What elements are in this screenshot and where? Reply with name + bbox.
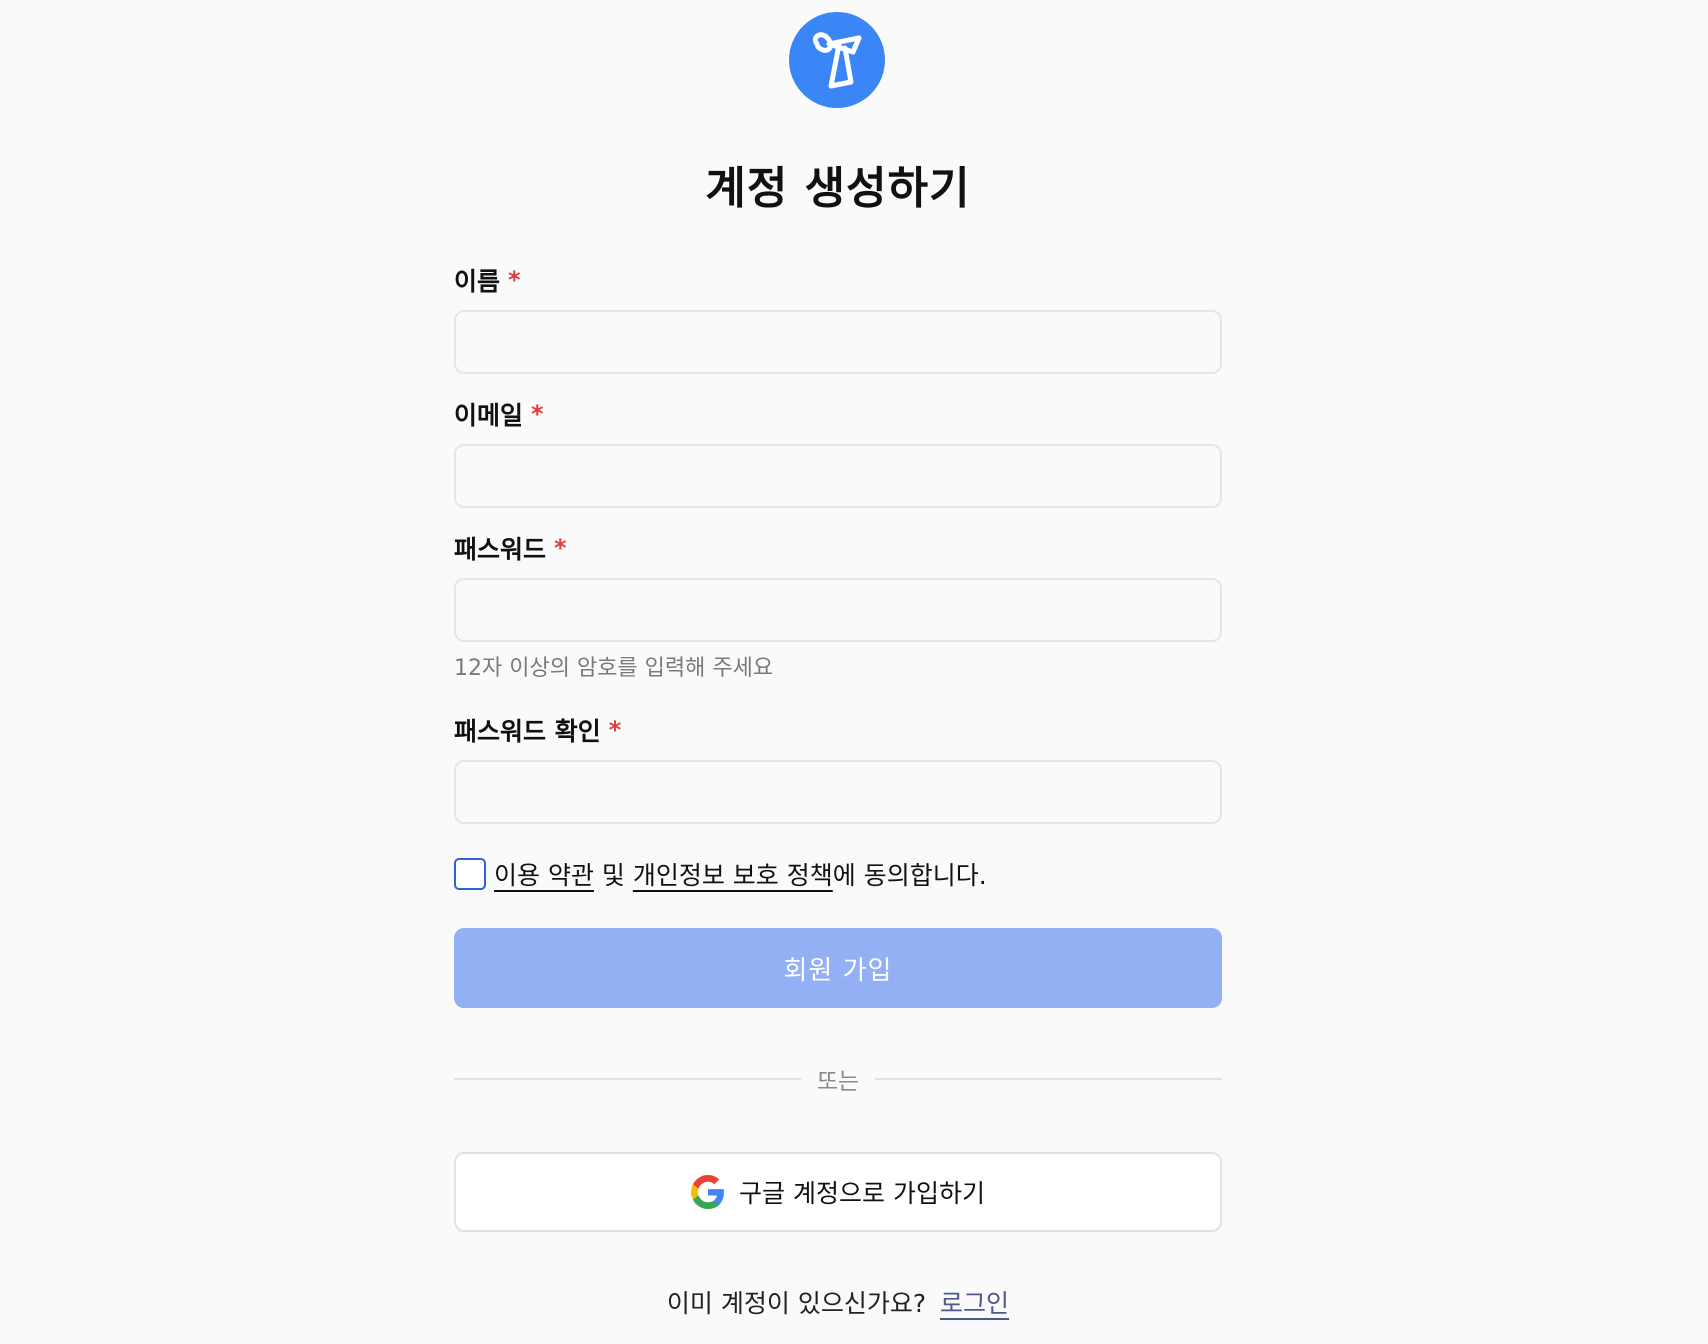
divider-line-left [454, 1078, 801, 1080]
or-divider: 또는 [454, 1062, 1223, 1096]
divider-text: 또는 [816, 1069, 860, 1095]
password-confirm-field-group: 패스워드 확인 * [454, 712, 1222, 824]
agreement-suffix: 에 동의합니다. [832, 861, 987, 890]
password-confirm-input[interactable] [454, 760, 1222, 824]
agreement-row: 이용 약관 및 개인정보 보호 정책 에 동의합니다. [454, 856, 1222, 892]
password-hint: 12자 이상의 암호를 입력해 주세요 [454, 656, 774, 681]
password-field-group: 패스워드 * 12자 이상의 암호를 입력해 주세요 [454, 530, 1222, 682]
email-label-text: 이메일 [454, 401, 524, 430]
page-title: 계정 생성하기 [705, 163, 971, 214]
password-confirm-label: 패스워드 확인 * [454, 712, 1222, 748]
required-mark: * [554, 534, 567, 562]
signup-page: 계정 생성하기 이름 * 이메일 * 패스워드 * 12자 이상의 암호를 입력… [0, 0, 1708, 1344]
login-prompt-text: 이미 계정이 있으신가요? [666, 1289, 927, 1318]
signup-submit-button[interactable]: 회원 가입 [454, 928, 1222, 1008]
google-signup-label: 구글 계정으로 가입하기 [739, 1179, 985, 1208]
name-label-text: 이름 [454, 267, 501, 296]
password-label-text: 패스워드 [454, 535, 547, 564]
login-prompt: 이미 계정이 있으신가요? 로그인 [454, 1284, 1222, 1320]
required-mark: * [508, 266, 521, 294]
password-input[interactable] [454, 578, 1222, 642]
privacy-policy-link[interactable]: 개인정보 보호 정책 [633, 856, 833, 892]
signup-form: 이름 * 이메일 * 패스워드 * 12자 이상의 암호를 입력해 주세요 패스… [454, 262, 1223, 1320]
email-input[interactable] [454, 444, 1222, 508]
email-label: 이메일 * [454, 396, 1222, 432]
email-field-group: 이메일 * [454, 396, 1222, 508]
password-label: 패스워드 * [454, 530, 1222, 566]
required-mark: * [608, 716, 622, 744]
agreement-connector: 및 [593, 861, 633, 890]
divider-line-right [875, 1078, 1223, 1080]
google-icon [691, 1175, 724, 1209]
name-field-group: 이름 * [454, 262, 1222, 374]
login-link[interactable]: 로그인 [940, 1289, 1009, 1318]
password-confirm-label-text: 패스워드 확인 [454, 717, 601, 746]
name-input[interactable] [454, 310, 1222, 374]
google-signup-button[interactable]: 구글 계정으로 가입하기 [454, 1152, 1222, 1232]
ribbon-logo-icon [789, 12, 885, 108]
agreement-checkbox[interactable] [454, 858, 486, 890]
name-label: 이름 * [454, 262, 1222, 298]
terms-link[interactable]: 이용 약관 [494, 856, 594, 892]
required-mark: * [531, 400, 544, 428]
